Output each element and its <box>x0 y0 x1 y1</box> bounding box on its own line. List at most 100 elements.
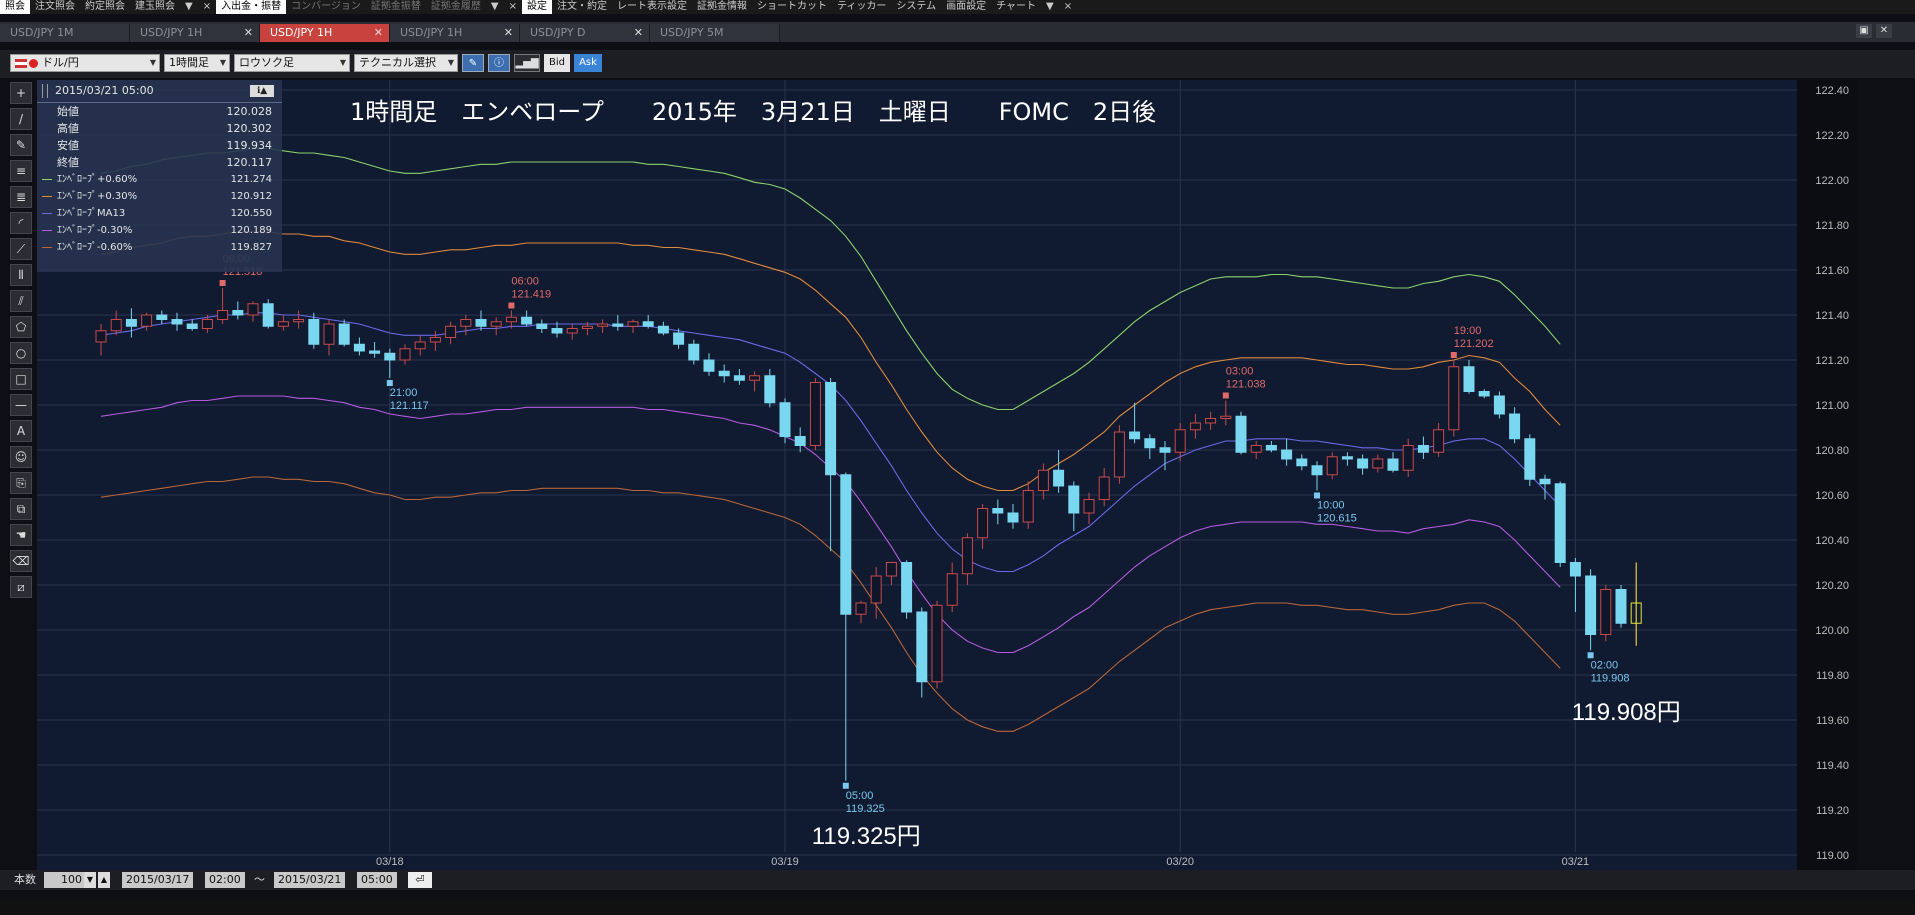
candle-body <box>1509 413 1521 440</box>
info-collapse-icon[interactable]: ℹ▲ <box>250 85 274 97</box>
chart-tab[interactable]: USD/JPY 1H ✕ <box>390 24 520 42</box>
from-time-input[interactable]: 02:00 <box>205 872 245 888</box>
line-icon[interactable]: / <box>10 108 32 130</box>
candlestick-chart[interactable]: 122.40 122.20 122.00 121.80 121.60 121.40 121.… <box>37 80 1857 870</box>
restore-window-icon[interactable]: ▣ <box>1856 24 1872 38</box>
hand-icon[interactable]: ☚ <box>10 524 32 546</box>
candle-body <box>536 323 548 329</box>
currency-pair-select[interactable]: ドル/円 ▼ <box>10 54 160 72</box>
menu-close-icon[interactable]: × <box>1059 0 1077 14</box>
menu-item[interactable]: 証拠金情報 <box>692 0 752 14</box>
chart-tab[interactable]: USD/JPY 1H ✕ <box>260 24 390 42</box>
marker-price: 119.325 <box>846 803 885 815</box>
count-input[interactable]: 100 <box>44 872 86 888</box>
menu-item[interactable]: ショートカット <box>752 0 832 14</box>
count-up-icon[interactable]: ▲ <box>98 872 110 888</box>
tab-close-icon[interactable]: ✕ <box>374 24 383 42</box>
menu-item[interactable]: 設定 <box>522 0 552 14</box>
drag-handle-icon[interactable] <box>42 84 48 98</box>
circle-icon[interactable]: ○ <box>10 342 32 364</box>
menu-close-icon[interactable]: × <box>198 0 216 14</box>
paste-icon[interactable]: ⧉ <box>10 498 32 520</box>
vlines-icon[interactable]: ⦀ <box>10 264 32 286</box>
candle-body <box>171 319 183 325</box>
info-panel-header[interactable]: 2015/03/21 05:00 ℹ▲ <box>37 80 282 103</box>
menu-item[interactable]: 入出金・振替 <box>216 0 287 14</box>
apply-range-icon[interactable]: ⏎ <box>408 872 432 888</box>
candle-body <box>338 323 350 345</box>
candle-body <box>961 537 973 575</box>
chart-tab[interactable]: USD/JPY 1H ✕ <box>130 24 260 42</box>
technical-select[interactable]: テクニカル選択 ▼ <box>354 54 458 72</box>
ask-button[interactable]: Ask <box>574 54 602 72</box>
polygon-icon[interactable]: ⬠ <box>10 316 32 338</box>
menu-item[interactable]: 照会 <box>0 0 30 14</box>
drawing-toolbar: + / ✎ ≡ ≣ ◜ ⟋ ⦀ ⫽ ⬠ ○ □ — A ☺ ⎘ ⧉ ☚ ⌫ ⧄ <box>10 82 32 602</box>
menu-item[interactable]: レート表示設定 <box>612 0 692 14</box>
chart-style-icon[interactable]: ▂▅▇ <box>514 54 540 72</box>
menu-item[interactable]: 建玉照会 <box>130 0 180 14</box>
fan-icon[interactable]: ⟋ <box>10 238 32 260</box>
copy-icon[interactable]: ⎘ <box>10 472 32 494</box>
crosshair-icon[interactable]: + <box>10 82 32 104</box>
chart-area[interactable]: 122.40 122.20 122.00 121.80 121.60 121.40 121.… <box>37 80 1857 870</box>
channel-icon[interactable]: ⫽ <box>10 290 32 312</box>
to-date-input[interactable]: 2015/03/21 <box>274 872 346 888</box>
close-window-icon[interactable]: ✕ <box>1876 24 1892 38</box>
icon-icon[interactable]: ☺ <box>10 446 32 468</box>
hline-icon[interactable]: — <box>10 394 32 416</box>
menu-item[interactable]: チャート <box>991 0 1041 14</box>
chart-tab[interactable]: USD/JPY 5M <box>650 24 780 42</box>
menu-dropdown-icon[interactable]: ▼ <box>1041 0 1059 14</box>
candle-body <box>95 330 107 343</box>
y-tick-label: 121.20 <box>1815 355 1849 367</box>
candle-body <box>369 350 381 354</box>
from-date-input[interactable]: 2015/03/17 <box>122 872 194 888</box>
menu-item[interactable]: 注文照会 <box>30 0 80 14</box>
menu-item[interactable]: システム <box>891 0 941 14</box>
menu-dropdown-icon[interactable]: ▼ <box>486 0 504 14</box>
candle-body <box>931 604 943 683</box>
candle-body <box>901 562 913 613</box>
chart-type-select[interactable]: ロウソク足 ▼ <box>234 54 350 72</box>
clear-icon[interactable]: ⧄ <box>10 576 32 598</box>
tab-close-icon[interactable]: ✕ <box>634 24 643 42</box>
menu-item[interactable]: 約定照会 <box>80 0 130 14</box>
text-icon[interactable]: A <box>10 420 32 442</box>
indicator-color-swatch <box>42 179 52 180</box>
chart-tab[interactable]: USD/JPY D ✕ <box>520 24 650 42</box>
candle-body <box>551 328 563 334</box>
tab-close-icon[interactable]: ✕ <box>504 24 513 42</box>
eraser-icon[interactable]: ⌫ <box>10 550 32 572</box>
arc-icon[interactable]: ◜ <box>10 212 32 234</box>
menu-item[interactable]: 証拠金振替 <box>366 0 426 14</box>
ohlc-value: 120.302 <box>226 122 273 135</box>
extreme-marker <box>508 302 515 309</box>
candle-body <box>293 319 305 323</box>
count-down-icon[interactable]: ▼ <box>84 872 96 888</box>
menu-item[interactable]: 注文・約定 <box>552 0 612 14</box>
menu-item[interactable]: 証拠金履歴 <box>426 0 486 14</box>
menu-item[interactable]: ティッカー <box>832 0 891 14</box>
y-tick-label: 119.40 <box>1816 760 1849 772</box>
menu-dropdown-icon[interactable]: ▼ <box>180 0 198 14</box>
candle-body <box>308 319 320 345</box>
chart-tab[interactable]: USD/JPY 1M <box>0 24 130 42</box>
ruler-icon[interactable]: ✎ <box>10 134 32 156</box>
info-icon[interactable]: ⓘ <box>488 54 510 72</box>
chevron-down-icon: ▼ <box>339 58 346 67</box>
hlines-icon[interactable]: ≡ <box>10 160 32 182</box>
chart-title: 1時間足 エンベロープ 2015年 3月21日 土曜日 FOMC 2日後 <box>350 98 1156 126</box>
rect-icon[interactable]: □ <box>10 368 32 390</box>
menu-item[interactable]: コンバージョン <box>286 0 366 14</box>
candle-body <box>1083 499 1095 514</box>
menu-close-icon[interactable]: × <box>504 0 522 14</box>
timeframe-select[interactable]: 1時間足 ▼ <box>164 54 230 72</box>
to-time-input[interactable]: 05:00 <box>357 872 397 888</box>
menu-item[interactable]: 画面設定 <box>941 0 991 14</box>
pencil-icon[interactable]: ✎ <box>462 54 484 72</box>
tab-close-icon[interactable]: ✕ <box>244 24 253 42</box>
x-tick-label: 03/19 <box>771 856 799 868</box>
fib-icon[interactable]: ≣ <box>10 186 32 208</box>
bid-button[interactable]: Bid <box>544 54 570 72</box>
